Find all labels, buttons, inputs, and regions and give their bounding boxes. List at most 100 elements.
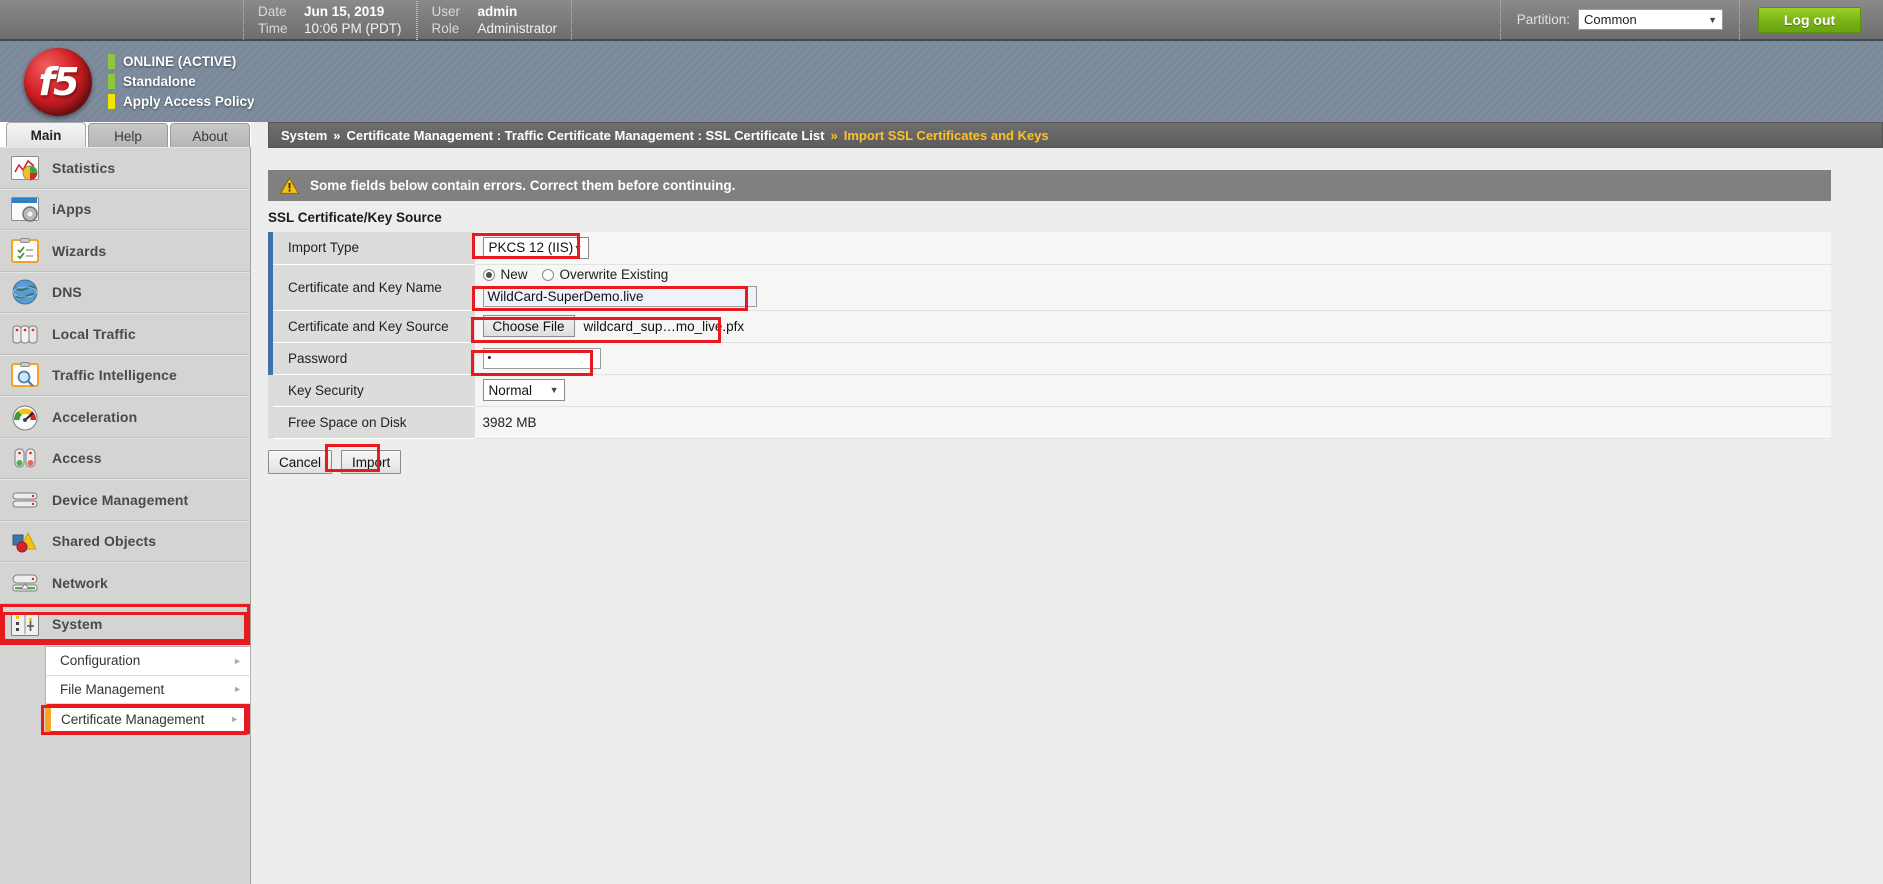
label-cert-key-name: Certificate and Key Name xyxy=(268,264,475,311)
tab-help[interactable]: Help xyxy=(88,123,168,148)
label-free-space: Free Space on Disk xyxy=(268,406,475,439)
cert-key-source-file-input[interactable]: Choose File wildcard_sup…mo_live.pfx xyxy=(482,315,1831,337)
form-action-buttons: Cancel Import xyxy=(268,450,402,474)
chevron-right-icon: ► xyxy=(233,684,242,695)
partition-select[interactable]: Common ▼ xyxy=(1578,9,1723,30)
sidebar-label-iapps: iApps xyxy=(52,201,92,218)
radio-overwrite-existing[interactable] xyxy=(541,268,554,281)
label-password: Password xyxy=(268,342,475,375)
cancel-button[interactable]: Cancel xyxy=(268,450,333,474)
section-title: SSL Certificate/Key Source xyxy=(268,210,442,225)
statistics-icon xyxy=(10,154,40,182)
warning-triangle-icon xyxy=(279,177,300,195)
chevron-right-icon: ► xyxy=(233,655,242,666)
breadcrumb-separator: » xyxy=(333,127,341,143)
key-security-select[interactable]: Normal ▼ xyxy=(482,379,565,401)
key-security-value: Normal xyxy=(488,382,533,398)
status-text-online: ONLINE (ACTIVE) xyxy=(123,54,237,69)
logout-button[interactable]: Log out xyxy=(1758,6,1861,33)
breadcrumb-current: Import SSL Certificates and Keys xyxy=(843,127,1049,143)
sidebar-item-shared-objects[interactable]: Shared Objects xyxy=(0,520,250,562)
import-button[interactable]: Import xyxy=(341,450,402,474)
sidebar-item-device-management[interactable]: Device Management xyxy=(0,479,250,521)
status-bar-online xyxy=(108,54,115,69)
time-label: Time xyxy=(258,20,288,36)
sidebar-label-shared-objects: Shared Objects xyxy=(52,533,157,550)
sidebar-label-network: Network xyxy=(52,574,108,591)
table-row-free-space: Free Space on Disk 3982 MB xyxy=(268,406,1831,439)
role-label: Role xyxy=(431,20,460,36)
status-row-standalone: Standalone xyxy=(108,73,255,90)
system-submenu: Configuration ► File Management ► Certif… xyxy=(45,646,251,735)
table-row-cert-key-name: Certificate and Key Name New Overwrite E… xyxy=(268,264,1831,311)
sidebar-item-system[interactable]: System xyxy=(0,603,250,645)
partition-selected-value: Common xyxy=(1584,12,1637,27)
cert-key-name-input[interactable]: WildCard-SuperDemo.live xyxy=(482,286,757,307)
table-row-import-type: Import Type PKCS 12 (IIS) ▼ xyxy=(268,232,1831,265)
status-bar-apply-access-policy xyxy=(108,94,115,109)
access-icon xyxy=(10,444,40,472)
sidebar-label-statistics: Statistics xyxy=(52,159,116,176)
sidebar-label-system: System xyxy=(52,616,103,633)
table-row-password: Password • xyxy=(268,342,1831,375)
breadcrumb-path[interactable]: Certificate Management : Traffic Certifi… xyxy=(346,128,824,143)
time-value: 10:06 PM (PDT) xyxy=(304,20,402,36)
tab-main[interactable]: Main xyxy=(6,122,86,148)
f5-logo-text: f5 xyxy=(24,47,92,116)
partition-group: Partition: Common ▼ xyxy=(1499,0,1740,40)
sidebar-label-wizards: Wizards xyxy=(52,242,107,259)
radio-label-new: New xyxy=(500,267,528,282)
user-label: User xyxy=(431,3,461,19)
label-cert-key-source: Certificate and Key Source xyxy=(268,310,475,343)
nav-tabs: Main Help About xyxy=(6,122,252,148)
sidebar-item-wizards[interactable]: Wizards xyxy=(0,230,250,272)
f5-logo: f5 xyxy=(14,46,102,118)
status-row-apply-access-policy[interactable]: Apply Access Policy xyxy=(108,93,255,110)
sidebar-label-local-traffic: Local Traffic xyxy=(52,325,136,342)
submenu-label-file-management: File Management xyxy=(60,681,165,697)
import-type-select[interactable]: PKCS 12 (IIS) ▼ xyxy=(482,236,589,259)
status-bar-standalone xyxy=(108,74,115,89)
choose-file-button[interactable]: Choose File xyxy=(482,315,575,337)
submenu-label-configuration: Configuration xyxy=(60,653,141,669)
sidebar-item-dns[interactable]: DNS xyxy=(0,271,250,313)
tab-about[interactable]: About xyxy=(170,123,250,148)
status-text-standalone: Standalone xyxy=(123,74,196,89)
dns-globe-icon xyxy=(10,278,40,306)
date-label: Date xyxy=(258,3,287,19)
submenu-item-file-management[interactable]: File Management ► xyxy=(46,675,250,704)
import-type-value: PKCS 12 (IIS) xyxy=(488,240,574,256)
submenu-item-certificate-management[interactable]: Certificate Management ► xyxy=(46,704,250,734)
sidebar-item-statistics[interactable]: Statistics xyxy=(0,147,250,189)
free-space-value: 3982 MB xyxy=(474,406,1831,439)
submenu-label-certificate-management: Certificate Management xyxy=(61,711,205,727)
password-input[interactable]: • xyxy=(482,347,601,369)
sidebar-item-local-traffic[interactable]: Local Traffic xyxy=(0,313,250,355)
sidebar-item-traffic-intelligence[interactable]: Traffic Intelligence xyxy=(0,354,250,396)
breadcrumb: System » Certificate Management : Traffi… xyxy=(268,122,1883,148)
sidebar-label-access: Access xyxy=(52,450,102,467)
sidebar-item-access[interactable]: Access xyxy=(0,437,250,479)
sidebar-item-acceleration[interactable]: Acceleration xyxy=(0,396,250,438)
brand-status-banner: f5 ONLINE (ACTIVE) Standalone Apply Acce… xyxy=(0,41,1883,122)
table-row-key-security: Key Security Normal ▼ xyxy=(268,374,1831,407)
acceleration-gauge-icon xyxy=(10,403,40,431)
iapps-icon xyxy=(10,195,40,223)
topbar-left-spacer xyxy=(0,0,243,39)
label-import-type: Import Type xyxy=(268,232,475,265)
shared-objects-icon xyxy=(10,527,40,555)
sidebar-item-iapps[interactable]: iApps xyxy=(0,188,250,230)
sidebar-label-device-management: Device Management xyxy=(52,491,189,508)
error-banner: Some fields below contain errors. Correc… xyxy=(268,170,1831,201)
radio-new[interactable] xyxy=(482,268,495,281)
sidebar-label-acceleration: Acceleration xyxy=(52,408,138,425)
chevron-down-icon: ▼ xyxy=(1708,14,1717,25)
system-icon xyxy=(10,610,40,638)
submenu-item-configuration[interactable]: Configuration ► xyxy=(46,647,250,676)
network-icon xyxy=(10,569,40,597)
role-value: Administrator xyxy=(477,20,558,36)
user-role-group: User admin Role Administrator xyxy=(416,0,573,40)
user-value: admin xyxy=(477,3,518,19)
breadcrumb-root[interactable]: System xyxy=(281,128,327,143)
sidebar-item-network[interactable]: Network xyxy=(0,562,250,604)
